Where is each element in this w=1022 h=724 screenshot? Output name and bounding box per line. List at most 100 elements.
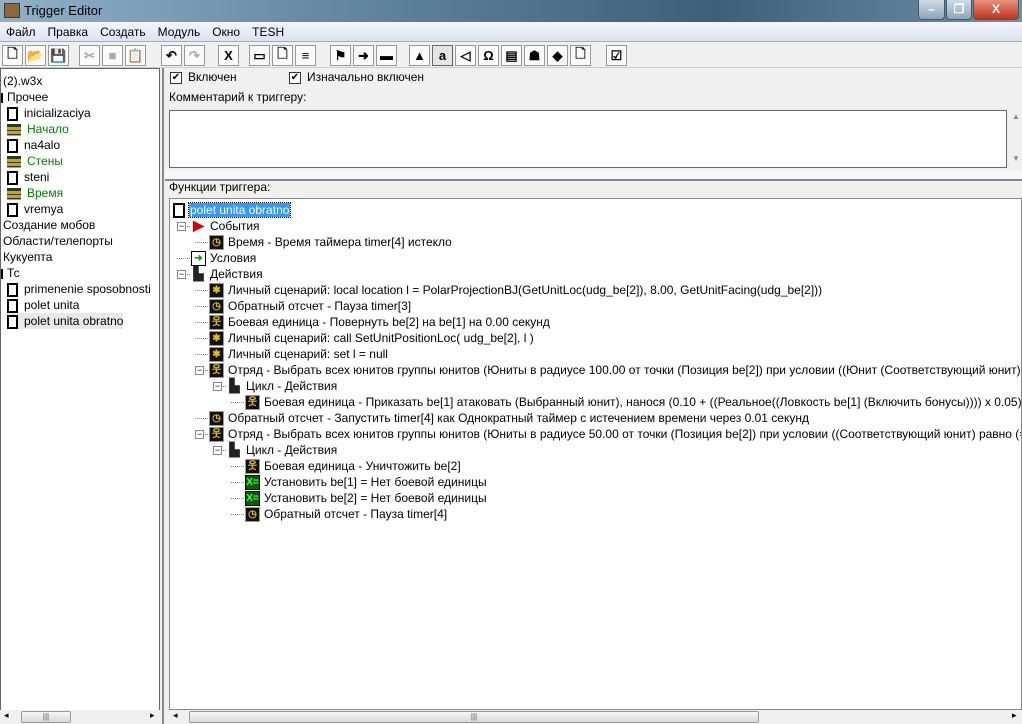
scroll-left-arrow-icon[interactable]: ◂ (173, 710, 178, 721)
scroll-right-arrow-icon[interactable]: ▸ (150, 710, 155, 721)
new-comment-button[interactable]: ≡ (295, 45, 316, 66)
tree-node[interactable]: ◷ Обратный отсчет - Пауза timer[3] (209, 298, 411, 315)
trigger-list-item[interactable]: inicializaciya (7, 105, 91, 121)
tree-horizontal-scrollbar[interactable]: ◂ ||| ▸ (169, 710, 1022, 724)
app-icon (4, 3, 20, 18)
menu-5[interactable]: TESH (246, 22, 290, 42)
collapse-toggle-icon[interactable]: − (213, 382, 222, 391)
trigger-list-label: vremya (24, 202, 64, 216)
splitter-horizontal[interactable] (165, 170, 1022, 181)
new-action-button[interactable]: ▬ (376, 45, 397, 66)
copy-button[interactable]: ■ (102, 45, 123, 66)
tree-node[interactable]: ➜ Условия (191, 250, 256, 267)
checkbox-initially-on[interactable]: ✔ (289, 71, 301, 84)
scroll-left-arrow-icon[interactable]: ◂ (4, 710, 9, 721)
cut-button[interactable]: ✂ (79, 45, 100, 66)
trigger-list-item[interactable]: polet unita (7, 297, 79, 313)
tree-node[interactable]: 웃 Боевая единица - Повернуть be[2] на be[… (209, 314, 550, 331)
scroll-up-arrow-icon[interactable]: ▲ (1012, 112, 1020, 121)
trigger-list-item[interactable]: polet unita obratno (7, 313, 124, 329)
menu-4[interactable]: Окно (206, 22, 246, 42)
new-condition-button[interactable]: ➜ (353, 45, 374, 66)
tree-node[interactable]: ▙ Действия (191, 266, 263, 282)
tree-node[interactable]: ✱ Личный сценарий: local location l = Pol… (209, 282, 822, 299)
tree-node[interactable]: ▙ Цикл - Действия (227, 378, 338, 394)
new-event-button[interactable]: ⚑ (330, 45, 351, 66)
sound-editor-button[interactable]: ◁ (455, 45, 476, 66)
collapse-toggle-icon[interactable]: − (213, 446, 222, 455)
import-manager-button[interactable]: ◆ (547, 45, 568, 66)
tree-node[interactable]: ▶ События (191, 218, 259, 234)
delete-button[interactable]: X (218, 45, 239, 66)
menu-2[interactable]: Создать (94, 22, 152, 42)
trigger-list-item[interactable]: Прочее (1, 89, 48, 105)
tree-node[interactable]: 웃 Боевая единица - Приказать be[1] атаков… (245, 394, 1021, 411)
collapse-toggle-icon[interactable]: − (177, 270, 186, 279)
save-button[interactable]: 💾 (48, 45, 69, 66)
tree-node[interactable]: polet unita obratno (173, 202, 292, 219)
trigger-list-item[interactable]: steni (7, 169, 49, 185)
new-trigger-button[interactable]: 🗋 (272, 45, 293, 66)
tree-node[interactable]: X= Установить be[2] = Нет боевой единицы (245, 490, 487, 507)
tree-node[interactable]: ◷ Обратный отсчет - Пауза timer[4] (245, 506, 447, 523)
close-button[interactable]: X (973, 0, 1019, 20)
tree-node[interactable]: ◷ Время - Время таймера timer[4] истекло (209, 234, 452, 251)
restore-button[interactable]: ❐ (946, 0, 972, 20)
scrollbar-thumb[interactable]: ||| (21, 711, 71, 723)
redo-button[interactable]: ↷ (184, 45, 205, 66)
checkbox-enabled[interactable]: ✔ (170, 71, 182, 84)
new-category-button[interactable]: ▭ (249, 45, 270, 66)
object-editor-button[interactable]: Ω (478, 45, 499, 66)
trigger-icon (7, 202, 18, 217)
left-horizontal-scrollbar[interactable]: ◂ ||| ▸ (0, 710, 160, 724)
trigger-list-item[interactable]: na4alo (7, 137, 60, 153)
paste-button[interactable]: 📋 (125, 45, 146, 66)
collapse-toggle-icon[interactable]: − (195, 430, 204, 439)
trigger-list-item[interactable]: Области/телепорты (3, 233, 113, 249)
undo-button[interactable]: ↶ (161, 45, 182, 66)
comment-vertical-scrollbar[interactable]: ▲ ▼ (1010, 110, 1022, 168)
menu-3[interactable]: Модуль (152, 22, 207, 42)
test-map-button[interactable]: 🗋 (570, 45, 591, 66)
minimize-button[interactable]: – (918, 0, 945, 20)
trigger-list-item[interactable]: (2).w3x (3, 73, 42, 89)
new-button[interactable]: 🗋 (2, 45, 23, 66)
trigger-list-item[interactable]: vremya (7, 201, 63, 217)
timer-icon: ◷ (245, 507, 260, 523)
comment-textarea[interactable] (169, 110, 1007, 168)
collapse-toggle-icon[interactable]: − (177, 222, 186, 231)
trigger-list-item[interactable]: primenenie sposobnosti (7, 281, 151, 297)
tree-node[interactable]: ✱ Личный сценарий: set l = null (209, 346, 388, 363)
tree-node[interactable]: 웃 Боевая единица - Уничтожить be[2] (245, 458, 461, 475)
terrain-editor-button[interactable]: ▲ (409, 45, 430, 66)
initially-on-checkbox[interactable]: ✔ Изначально включен (289, 70, 424, 84)
trigger-list-item[interactable]: Стены (7, 153, 63, 169)
trigger-list-item[interactable]: Кукуепта (3, 249, 52, 265)
trigger-list-label: Время (27, 186, 64, 200)
check-button[interactable]: ☑ (606, 45, 627, 66)
trigger-list-label: inicializaciya (24, 106, 91, 120)
copy-icon: ■ (108, 48, 117, 63)
tree-node[interactable]: 웃 Отряд - Выбрать всех юнитов группы юнит… (209, 362, 1021, 379)
scrollbar-thumb[interactable]: ||| (189, 711, 759, 723)
tree-node[interactable]: ◷ Обратный отсчет - Запустить timer[4] ка… (209, 410, 809, 427)
tree-node[interactable]: X= Установить be[1] = Нет боевой единицы (245, 474, 487, 491)
trigger-list-item[interactable]: Создание мобов (3, 217, 95, 233)
trigger-list-item[interactable]: Начало (7, 121, 69, 137)
enabled-checkbox[interactable]: ✔ Включен (170, 70, 237, 84)
scroll-right-arrow-icon[interactable]: ▸ (1012, 710, 1017, 721)
menu-0[interactable]: Файл (0, 22, 42, 42)
trigger-editor-button[interactable]: a (432, 45, 453, 66)
open-button[interactable]: 📂 (25, 45, 46, 66)
menu-1[interactable]: Правка (42, 22, 95, 42)
scroll-down-arrow-icon[interactable]: ▼ (1012, 154, 1020, 163)
trigger-list-item[interactable]: Тс (1, 265, 20, 281)
collapse-toggle-icon[interactable]: − (195, 366, 204, 375)
splitter[interactable] (162, 68, 164, 724)
ai-editor-button[interactable]: ☗ (524, 45, 545, 66)
campaign-editor-button[interactable]: ▤ (501, 45, 522, 66)
trigger-list-item[interactable]: Время (7, 185, 63, 201)
tree-node[interactable]: ▙ Цикл - Действия (227, 442, 338, 458)
tree-node[interactable]: 웃 Отряд - Выбрать всех юнитов группы юнит… (209, 426, 1021, 443)
tree-node[interactable]: ✱ Личный сценарий: call SetUnitPositionLo… (209, 330, 534, 347)
